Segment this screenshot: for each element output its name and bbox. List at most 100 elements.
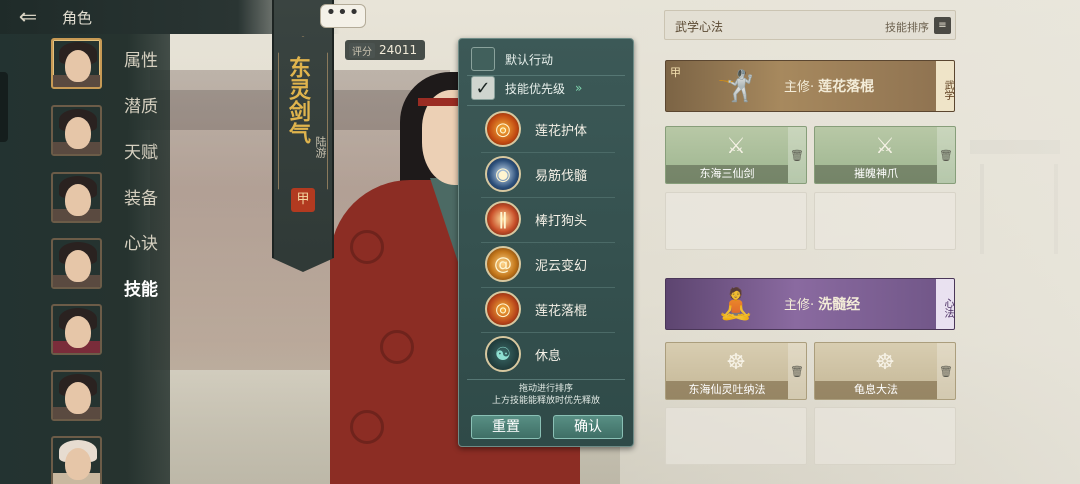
sidebar-handle[interactable] xyxy=(0,72,8,142)
character-sidebar: 属性 潜质 天赋 装备 心诀 技能 xyxy=(0,0,170,484)
main-prefix: 主修· xyxy=(784,298,815,313)
character-avatar[interactable] xyxy=(51,304,102,355)
empty-slot[interactable] xyxy=(665,192,807,250)
score-badge: 评分 24011 xyxy=(345,40,426,60)
sub-inner-slot[interactable]: ☸ 东海仙灵吐纳法 🗑 xyxy=(665,342,807,400)
martial-arts-header: 武学心法 技能排序 ≡ xyxy=(664,10,956,40)
skill-item[interactable]: ◎ 莲花护体 xyxy=(485,109,587,149)
default-action-label: 默认行动 xyxy=(505,52,554,67)
divider xyxy=(481,197,615,198)
divider xyxy=(481,152,615,153)
skill-item[interactable]: @ 泥云变幻 xyxy=(485,244,587,284)
nav-equipment[interactable]: 装备 xyxy=(124,184,158,209)
hint-line: 拖动进行排序 xyxy=(518,384,573,394)
main-inner-slot[interactable]: 🧘 主修· 洗髓经 心法 xyxy=(665,278,955,330)
back-arrow-icon: ⇐ xyxy=(18,4,38,30)
empty-slot[interactable] xyxy=(814,407,956,465)
character-avatar[interactable] xyxy=(51,105,102,156)
sub-inner-name: 龟息大法 xyxy=(815,381,937,399)
meditation-figure-icon: ☸ xyxy=(875,350,895,375)
divider xyxy=(481,287,615,288)
skill-priority-checkbox[interactable]: ✓ xyxy=(471,76,495,100)
water-swirl-icon: ◉ xyxy=(485,156,521,192)
divider xyxy=(481,332,615,333)
panel-title: 武学心法 xyxy=(675,20,724,34)
fire-swirl-icon: ◎ xyxy=(485,291,521,327)
main-prefix: 主修· xyxy=(784,80,815,95)
sort-list-icon[interactable]: ≡ xyxy=(934,17,951,34)
chat-button[interactable]: ••• xyxy=(320,4,366,28)
sub-martial-slot[interactable]: ⚔ 东海三仙剑 🗑 xyxy=(665,126,807,184)
grade-seal: 甲 xyxy=(291,188,315,212)
school-banner: 东灵剑气 陆游 甲 xyxy=(272,0,334,258)
robe-pattern xyxy=(380,330,414,364)
character-avatar[interactable] xyxy=(51,38,102,89)
sub-martial-name: 摧魄神爪 xyxy=(815,165,937,183)
divider xyxy=(467,105,625,106)
sub-martial-name: 东海三仙剑 xyxy=(666,165,788,183)
skill-name: 莲花落棍 xyxy=(535,303,588,319)
sort-hint: 拖动进行排序 上方技能能释放时优先释放 xyxy=(459,383,633,407)
martial-figure-icon: ⚔ xyxy=(726,134,746,159)
main-inner-name: 洗髓经 xyxy=(818,297,861,313)
skill-priority-popup: 默认行动 ✓ 技能优先级 » ◎ 莲花护体 ◉ 易筋伐髓 ǁ 棒打狗头 @ 泥云… xyxy=(458,38,634,447)
character-avatar[interactable] xyxy=(51,172,102,223)
sub-inner-slot[interactable]: ☸ 龟息大法 🗑 xyxy=(814,342,956,400)
back-button[interactable]: ⇐ xyxy=(4,4,52,30)
trash-icon[interactable]: 🗑 xyxy=(937,127,955,183)
robe-pattern xyxy=(350,230,384,264)
martial-tag: 武学 xyxy=(936,61,954,111)
trash-icon[interactable]: 🗑 xyxy=(788,127,806,183)
skill-priority-toggle[interactable]: ✓ 技能优先级 » xyxy=(471,75,582,101)
nav-talent[interactable]: 天赋 xyxy=(124,138,158,163)
double-chevron-icon: » xyxy=(575,81,583,95)
skill-name: 泥云变幻 xyxy=(535,258,588,274)
character-avatar[interactable] xyxy=(51,436,102,484)
staff-strike-icon: ǁ xyxy=(485,201,521,237)
skill-priority-label: 技能优先级 xyxy=(505,81,566,96)
skill-item[interactable]: ☯ 休息 xyxy=(485,334,561,374)
nav-attributes[interactable]: 属性 xyxy=(124,46,158,71)
score-label: 评分 xyxy=(349,42,375,58)
inner-tag: 心法 xyxy=(936,279,954,329)
main-inner-text: 主修· 洗髓经 xyxy=(784,294,860,314)
skill-sort-label[interactable]: 技能排序 xyxy=(885,19,929,35)
score-value: 24011 xyxy=(379,43,418,57)
fire-swirl-icon: ◎ xyxy=(485,111,521,147)
main-martial-slot[interactable]: 甲 🤺 主修· 莲花落棍 武学 xyxy=(665,60,955,112)
skill-item[interactable]: ◎ 莲花落棍 xyxy=(485,289,587,329)
character-avatar[interactable] xyxy=(51,238,102,289)
nav-skills[interactable]: 技能 xyxy=(124,275,158,300)
martial-figure-icon: ⚔ xyxy=(875,134,895,159)
sub-martial-slot[interactable]: ⚔ 摧魄神爪 🗑 xyxy=(814,126,956,184)
trash-icon[interactable]: 🗑 xyxy=(788,343,806,399)
main-martial-text: 主修· 莲花落棍 xyxy=(784,76,874,96)
confirm-button[interactable]: 确认 xyxy=(553,415,623,439)
page-title: 角色 xyxy=(62,9,93,27)
main-martial-name: 莲花落棍 xyxy=(818,79,875,95)
skill-item[interactable]: ǁ 棒打狗头 xyxy=(485,199,587,239)
hint-line: 上方技能能释放时优先释放 xyxy=(491,396,600,406)
sub-inner-name: 东海仙灵吐纳法 xyxy=(666,381,788,399)
cloud-swirl-icon: @ xyxy=(485,246,521,282)
empty-slot[interactable] xyxy=(814,192,956,250)
character-name: 陆游 xyxy=(314,136,327,158)
checkmark-icon: ✓ xyxy=(475,77,491,99)
school-name: 东灵剑气 xyxy=(285,56,310,144)
skill-name: 休息 xyxy=(535,348,562,364)
reset-button[interactable]: 重置 xyxy=(471,415,541,439)
skill-name: 莲花护体 xyxy=(535,123,588,139)
empty-slot[interactable] xyxy=(665,407,807,465)
meditation-figure-icon: ☸ xyxy=(726,350,746,375)
default-action-toggle[interactable]: 默认行动 xyxy=(471,46,553,72)
skill-item[interactable]: ◉ 易筋伐髓 xyxy=(485,154,587,194)
trash-icon[interactable]: 🗑 xyxy=(937,343,955,399)
robe-pattern xyxy=(350,410,384,444)
martial-figure-icon: 🤺 xyxy=(717,69,755,104)
nav-mind-art[interactable]: 心诀 xyxy=(124,229,158,254)
meditation-figure-icon: 🧘 xyxy=(717,287,755,322)
character-avatar[interactable] xyxy=(51,370,102,421)
skill-name: 易筋伐髓 xyxy=(535,168,588,184)
default-action-checkbox[interactable] xyxy=(471,47,495,71)
nav-potential[interactable]: 潜质 xyxy=(124,92,158,117)
